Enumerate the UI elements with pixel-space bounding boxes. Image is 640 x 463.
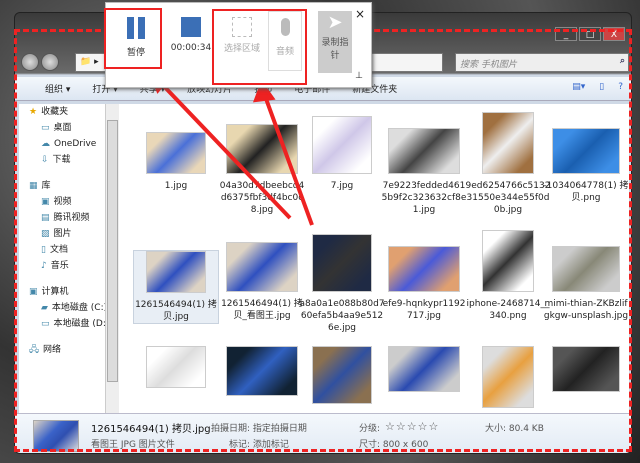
elapsed-time: 00:00:34 bbox=[170, 43, 212, 53]
label: 录制指针 bbox=[321, 38, 349, 61]
highlight-area-audio bbox=[212, 9, 307, 85]
stop-icon bbox=[181, 17, 201, 37]
highlight-pause bbox=[104, 8, 162, 69]
record-pointer-button[interactable]: ➤ 录制指针 bbox=[318, 11, 352, 73]
pointer-icon: ➤ bbox=[327, 12, 343, 33]
pin-icon[interactable]: ⊥ bbox=[355, 71, 363, 81]
arrow-to-pause bbox=[156, 78, 292, 220]
recorder-close-icon[interactable]: × bbox=[355, 7, 365, 21]
stop-button[interactable]: 00:00:34 bbox=[168, 11, 214, 53]
arrow-to-area-audio bbox=[263, 95, 314, 226]
